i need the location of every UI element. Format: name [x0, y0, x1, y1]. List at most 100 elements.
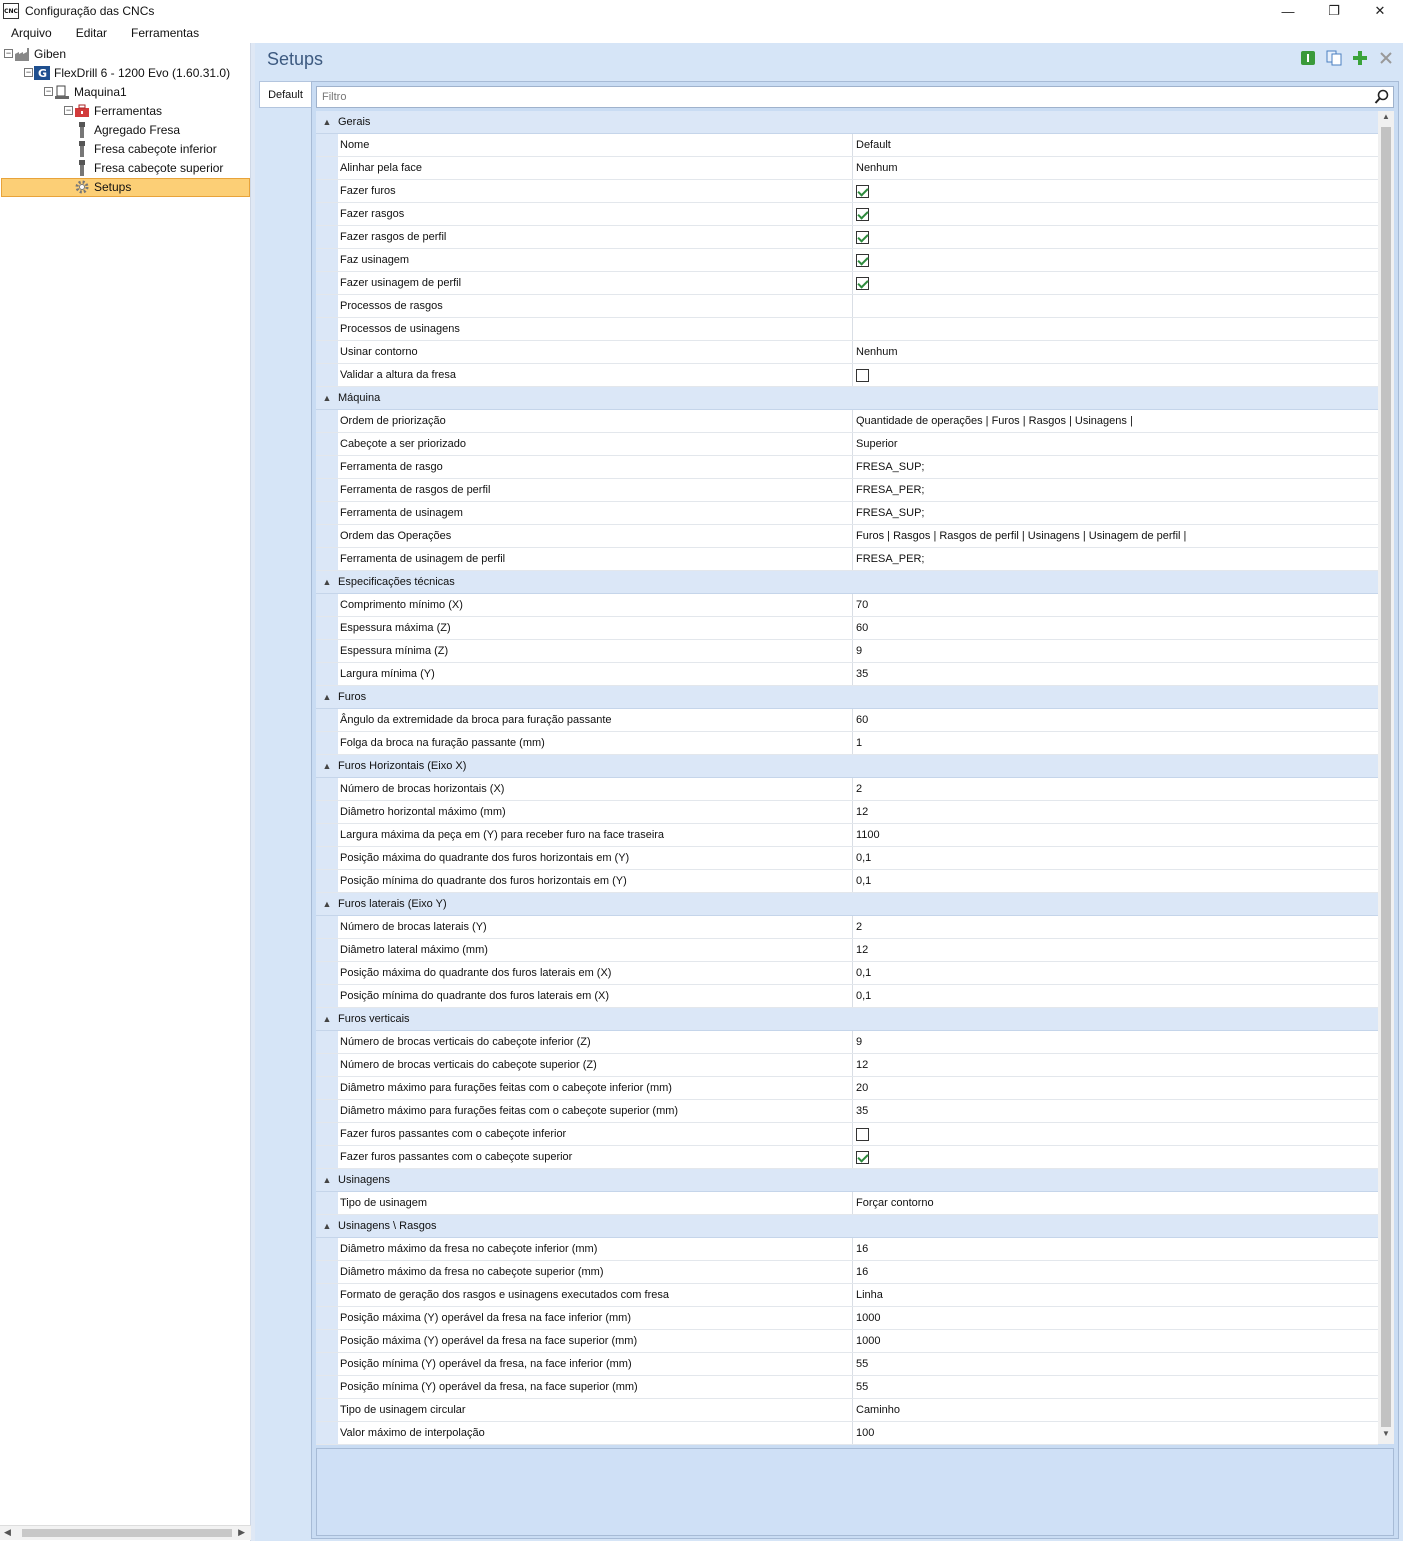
property-value[interactable]: 1000 [856, 1312, 880, 1324]
property-value-cell[interactable]: Nenhum [853, 341, 1378, 363]
property-checkbox[interactable] [856, 368, 869, 382]
property-value-cell[interactable]: Linha [853, 1284, 1378, 1306]
property-row[interactable]: Posição mínima (Y) operável da fresa, na… [316, 1376, 1378, 1399]
property-row[interactable]: Diâmetro máximo para furações feitas com… [316, 1100, 1378, 1123]
property-row[interactable]: Número de brocas verticais do cabeçote s… [316, 1054, 1378, 1077]
property-value[interactable]: FRESA_SUP; [856, 507, 924, 519]
property-value[interactable]: Nenhum [856, 162, 898, 174]
info-icon[interactable] [1299, 49, 1317, 67]
collapse-chevron-icon[interactable]: ▲ [316, 899, 338, 909]
property-checkbox[interactable] [856, 253, 869, 267]
property-row[interactable]: Diâmetro horizontal máximo (mm) 12 [316, 801, 1378, 824]
property-checkbox[interactable] [856, 1150, 869, 1164]
property-value[interactable]: Furos | Rasgos | Rasgos de perfil | Usin… [856, 530, 1186, 542]
property-row[interactable]: Comprimento mínimo (X) 70 [316, 594, 1378, 617]
search-icon[interactable] [1374, 89, 1390, 108]
tree-expander[interactable]: − [24, 68, 33, 77]
property-value[interactable]: Superior [856, 438, 898, 450]
tree-expander[interactable]: − [4, 49, 13, 58]
property-value-cell[interactable]: 12 [853, 1054, 1378, 1076]
property-value[interactable]: 70 [856, 599, 868, 611]
property-row[interactable]: Ferramenta de rasgo FRESA_SUP; [316, 456, 1378, 479]
property-value[interactable]: FRESA_PER; [856, 484, 924, 496]
property-value-cell[interactable]: Superior [853, 433, 1378, 455]
property-value-cell[interactable] [853, 272, 1378, 294]
property-value[interactable]: Forçar contorno [856, 1197, 934, 1209]
property-row[interactable]: Ferramenta de usinagem FRESA_SUP; [316, 502, 1378, 525]
collapse-chevron-icon[interactable]: ▲ [316, 761, 338, 771]
property-value[interactable]: 55 [856, 1381, 868, 1393]
tree-item-agregado-fresa[interactable]: Agregado Fresa [74, 120, 180, 139]
property-value-cell[interactable]: FRESA_SUP; [853, 456, 1378, 478]
property-value[interactable]: Nenhum [856, 346, 898, 358]
collapse-chevron-icon[interactable]: ▲ [316, 117, 338, 127]
property-row[interactable]: Tipo de usinagem Forçar contorno [316, 1192, 1378, 1215]
property-row[interactable]: Posição máxima (Y) operável da fresa na … [316, 1330, 1378, 1353]
delete-icon[interactable] [1377, 49, 1395, 67]
property-row[interactable]: Processos de usinagens [316, 318, 1378, 341]
property-value-cell[interactable]: 16 [853, 1261, 1378, 1283]
property-value[interactable]: 9 [856, 1036, 862, 1048]
property-value-cell[interactable]: Caminho [853, 1399, 1378, 1421]
category-header[interactable]: ▲ Usinagens \ Rasgos [316, 1215, 1378, 1238]
property-value[interactable]: 16 [856, 1243, 868, 1255]
property-value[interactable]: 12 [856, 1059, 868, 1071]
property-row[interactable]: Alinhar pela face Nenhum [316, 157, 1378, 180]
tree-item-ferramentas[interactable]: Ferramentas [74, 101, 162, 120]
tree-item-giben[interactable]: Giben [14, 44, 66, 63]
property-value[interactable]: 12 [856, 944, 868, 956]
property-value-cell[interactable] [853, 1146, 1378, 1168]
category-header[interactable]: ▲ Máquina [316, 387, 1378, 410]
tab-default[interactable]: Default [259, 81, 311, 108]
property-value-cell[interactable]: 1000 [853, 1330, 1378, 1352]
category-header[interactable]: ▲ Especificações técnicas [316, 571, 1378, 594]
tree-item-fresa-cabe-ote-superior[interactable]: Fresa cabeçote superior [74, 158, 223, 177]
close-button[interactable]: ✕ [1357, 0, 1403, 22]
property-checkbox[interactable] [856, 184, 869, 198]
property-row[interactable]: Largura máxima da peça em (Y) para receb… [316, 824, 1378, 847]
property-value[interactable]: 0,1 [856, 967, 871, 979]
scroll-up-icon[interactable]: ▲ [1378, 112, 1394, 126]
property-value-cell[interactable] [853, 1123, 1378, 1145]
property-row[interactable]: Fazer furos passantes com o cabeçote sup… [316, 1146, 1378, 1169]
property-row[interactable]: Ferramenta de usinagem de perfil FRESA_PE… [316, 548, 1378, 571]
property-row[interactable]: Tipo de usinagem circular Caminho [316, 1399, 1378, 1422]
property-row[interactable]: Posição mínima do quadrante dos furos la… [316, 985, 1378, 1008]
property-value[interactable]: 55 [856, 1358, 868, 1370]
property-value[interactable]: 1100 [856, 829, 880, 841]
tree-horizontal-scrollbar[interactable]: ◀ ▶ [0, 1525, 251, 1540]
scroll-down-icon[interactable]: ▼ [1378, 1429, 1394, 1443]
property-value-cell[interactable]: Furos | Rasgos | Rasgos de perfil | Usin… [853, 525, 1378, 547]
property-value-cell[interactable]: 1100 [853, 824, 1378, 846]
property-value[interactable]: 9 [856, 645, 862, 657]
tree-item-flexdrill-6-1200-evo-1-60-31-0-[interactable]: G FlexDrill 6 - 1200 Evo (1.60.31.0) [34, 63, 230, 82]
collapse-chevron-icon[interactable]: ▲ [316, 1014, 338, 1024]
property-row[interactable]: Valor máximo de interpolação 100 [316, 1422, 1378, 1445]
property-value-cell[interactable]: 16 [853, 1238, 1378, 1260]
property-value-cell[interactable]: 0,1 [853, 870, 1378, 892]
collapse-chevron-icon[interactable]: ▲ [316, 577, 338, 587]
property-value-cell[interactable]: 70 [853, 594, 1378, 616]
property-checkbox[interactable] [856, 230, 869, 244]
property-row[interactable]: Espessura mínima (Z) 9 [316, 640, 1378, 663]
property-row[interactable]: Folga da broca na furação passante (mm) 1 [316, 732, 1378, 755]
filter-input[interactable]: Filtro [316, 86, 1394, 108]
collapse-chevron-icon[interactable]: ▲ [316, 692, 338, 702]
property-value-cell[interactable]: 0,1 [853, 847, 1378, 869]
property-value[interactable]: FRESA_SUP; [856, 461, 924, 473]
property-value-cell[interactable]: Quantidade de operações | Furos | Rasgos… [853, 410, 1378, 432]
property-value[interactable]: 0,1 [856, 990, 871, 1002]
property-value-cell[interactable]: FRESA_PER; [853, 548, 1378, 570]
category-header[interactable]: ▲ Furos [316, 686, 1378, 709]
property-checkbox[interactable] [856, 276, 869, 290]
property-row[interactable]: Diâmetro lateral máximo (mm) 12 [316, 939, 1378, 962]
property-value[interactable]: 0,1 [856, 852, 871, 864]
property-value-cell[interactable]: 2 [853, 916, 1378, 938]
category-header[interactable]: ▲ Furos laterais (Eixo Y) [316, 893, 1378, 916]
property-row[interactable]: Posição máxima (Y) operável da fresa na … [316, 1307, 1378, 1330]
property-value-cell[interactable]: 1 [853, 732, 1378, 754]
property-value-cell[interactable] [853, 180, 1378, 202]
property-row[interactable]: Posição mínima do quadrante dos furos ho… [316, 870, 1378, 893]
property-value[interactable]: Linha [856, 1289, 883, 1301]
property-row[interactable]: Diâmetro máximo da fresa no cabeçote sup… [316, 1261, 1378, 1284]
